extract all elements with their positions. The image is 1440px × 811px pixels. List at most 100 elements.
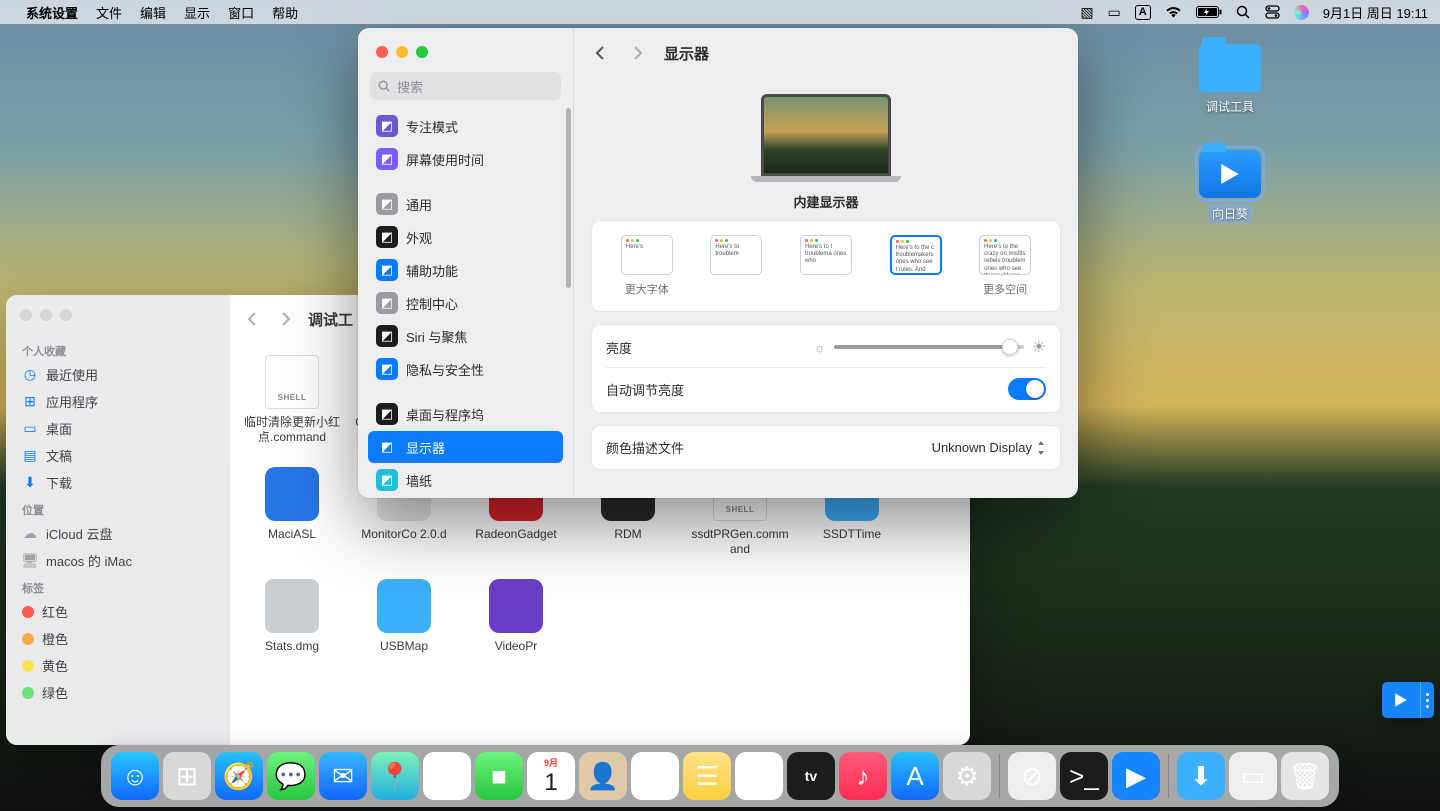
sidebar-item[interactable]: ☁ iCloud 云盘 — [6, 520, 230, 547]
dock-photos[interactable]: ✿ — [423, 752, 471, 800]
sidebar-item[interactable]: 🖥macos 的 iMac — [6, 547, 230, 574]
menu-help[interactable]: 帮助 — [272, 3, 298, 22]
file-item[interactable]: Stats.dmg — [236, 575, 348, 687]
siri-icon[interactable] — [1294, 5, 1309, 20]
settings-item[interactable]: ◩屏幕使用时间 — [368, 143, 563, 175]
settings-item[interactable]: ◩隐私与安全性 — [368, 353, 563, 385]
brightness-slider[interactable] — [834, 345, 1024, 349]
display-icon[interactable]: ▭ — [1108, 4, 1121, 21]
clock-icon: ◷ — [22, 367, 38, 383]
widget-menu[interactable] — [1420, 682, 1434, 718]
dock: ☺⊞🧭💬✉📍✿■9月1👤≡☰〰tv♪A⚙ ⊘>_▶ ⬇▭🗑 — [101, 745, 1339, 807]
sidebar-item[interactable]: 红色 — [6, 598, 230, 625]
sidebar-item[interactable]: ⬇下载 — [6, 469, 230, 496]
wifi-icon[interactable] — [1165, 6, 1182, 18]
scale-option[interactable]: Here's to the c troublemakers ones who s… — [875, 235, 957, 281]
dock-recents[interactable]: ▭ — [1229, 752, 1277, 800]
input-source-indicator[interactable]: A — [1135, 5, 1151, 20]
file-item[interactable]: 临时清除更新小红点.command — [236, 351, 348, 463]
sidebar-section: 位置 — [6, 496, 230, 520]
sidebar-label: 下载 — [46, 473, 72, 492]
file-item[interactable]: USBMap — [348, 575, 460, 687]
sidebar-item[interactable]: 橙色 — [6, 625, 230, 652]
scale-option[interactable]: Here's to t troublema ones who — [785, 235, 867, 281]
tag-dot-icon — [22, 606, 34, 618]
menu-edit[interactable]: 编辑 — [140, 3, 166, 22]
scale-option[interactable]: Here's to troublem — [696, 235, 778, 281]
finder-traffic-lights[interactable] — [6, 305, 230, 337]
cloud-icon: ☁ — [22, 526, 38, 542]
zoom-button[interactable] — [416, 46, 428, 58]
desktop-app-sunflower[interactable]: 向日葵 — [1190, 150, 1270, 223]
dock-settings[interactable]: ⚙ — [943, 752, 991, 800]
settings-item[interactable]: ◩显示器 — [368, 431, 563, 463]
dock-sunflower[interactable]: ▶ — [1112, 752, 1160, 800]
auto-brightness-toggle[interactable] — [1008, 378, 1046, 400]
dock-app-store[interactable]: A — [891, 752, 939, 800]
dock-finder[interactable]: ☺ — [111, 752, 159, 800]
menu-window[interactable]: 窗口 — [228, 3, 254, 22]
sidebar-item[interactable]: ▤文稿 — [6, 442, 230, 469]
dock-calendar[interactable]: 9月1 — [527, 752, 575, 800]
forward-button[interactable] — [628, 44, 646, 62]
minimize-button[interactable] — [396, 46, 408, 58]
dock-terminal[interactable]: >_ — [1060, 752, 1108, 800]
sidebar-label: iCloud 云盘 — [46, 524, 112, 543]
settings-item[interactable]: ◩Siri 与聚焦 — [368, 320, 563, 352]
battery-icon[interactable] — [1196, 6, 1222, 18]
file-label: ssdtPRGen.command — [688, 527, 792, 557]
scale-option[interactable]: Here's更大字体 — [606, 235, 688, 297]
settings-item[interactable]: ◩专注模式 — [368, 110, 563, 142]
scale-option[interactable]: Here's to the crazy on misfits rebels tr… — [964, 235, 1046, 297]
dock-facetime[interactable]: ■ — [475, 752, 523, 800]
color-profile-select[interactable]: Unknown Display — [932, 440, 1046, 455]
settings-item[interactable]: ◩控制中心 — [368, 287, 563, 319]
widget-main[interactable] — [1382, 690, 1420, 710]
dock-freeform[interactable]: 〰 — [735, 752, 783, 800]
file-item[interactable]: MaciASL — [236, 463, 348, 575]
sidebar-item[interactable]: 黄色 — [6, 652, 230, 679]
dock-messages[interactable]: 💬 — [267, 752, 315, 800]
settings-item[interactable]: ◩外观 — [368, 221, 563, 253]
dock-disk-utility[interactable]: ⊘ — [1008, 752, 1056, 800]
close-button[interactable] — [376, 46, 388, 58]
settings-search[interactable]: 搜索 — [370, 72, 561, 100]
back-button[interactable] — [592, 44, 610, 62]
screen-mirror-icon[interactable]: ▧ — [1080, 4, 1093, 21]
settings-list: ◩专注模式◩屏幕使用时间 ◩通用◩外观◩辅助功能◩控制中心◩Siri 与聚焦◩隐私… — [358, 110, 573, 498]
menu-file[interactable]: 文件 — [96, 3, 122, 22]
app-menu[interactable]: 系统设置 — [26, 3, 78, 22]
settings-item[interactable]: ◩辅助功能 — [368, 254, 563, 286]
sidebar-item[interactable]: ⊞应用程序 — [6, 388, 230, 415]
dock-launchpad[interactable]: ⊞ — [163, 752, 211, 800]
settings-window: 搜索 ◩专注模式◩屏幕使用时间 ◩通用◩外观◩辅助功能◩控制中心◩Siri 与聚焦… — [358, 28, 1078, 498]
file-label: 临时清除更新小红点.command — [240, 415, 344, 445]
settings-item[interactable]: ◩通用 — [368, 188, 563, 220]
desktop-folder-debug[interactable]: 调试工具 — [1190, 44, 1270, 115]
sidebar-item[interactable]: ▭桌面 — [6, 415, 230, 442]
dock-safari[interactable]: 🧭 — [215, 752, 263, 800]
sidebar-item[interactable]: 绿色 — [6, 679, 230, 706]
spotlight-icon[interactable] — [1236, 5, 1251, 20]
menu-view[interactable]: 显示 — [184, 3, 210, 22]
settings-item[interactable]: ◩桌面与程序坞 — [368, 398, 563, 430]
sidebar-item[interactable]: ◷最近使用 — [6, 361, 230, 388]
back-button[interactable] — [244, 310, 262, 328]
dock-contacts[interactable]: 👤 — [579, 752, 627, 800]
settings-item[interactable]: ◩屏幕保护程序 — [368, 497, 563, 498]
dock-mail[interactable]: ✉ — [319, 752, 367, 800]
dock-tv[interactable]: tv — [787, 752, 835, 800]
scrollbar[interactable] — [566, 108, 571, 288]
dock-maps[interactable]: 📍 — [371, 752, 419, 800]
dock-music[interactable]: ♪ — [839, 752, 887, 800]
dock-downloads[interactable]: ⬇ — [1177, 752, 1225, 800]
dock-notes[interactable]: ☰ — [683, 752, 731, 800]
forward-button[interactable] — [276, 310, 294, 328]
file-item[interactable]: VideoPr — [460, 575, 572, 687]
settings-item[interactable]: ◩墙纸 — [368, 464, 563, 496]
dock-trash[interactable]: 🗑 — [1281, 752, 1329, 800]
datetime[interactable]: 9月1日 周日 19:11 — [1323, 3, 1428, 22]
dock-reminders[interactable]: ≡ — [631, 752, 679, 800]
sunflower-float-widget[interactable] — [1382, 682, 1434, 718]
control-center-icon[interactable] — [1265, 5, 1280, 19]
